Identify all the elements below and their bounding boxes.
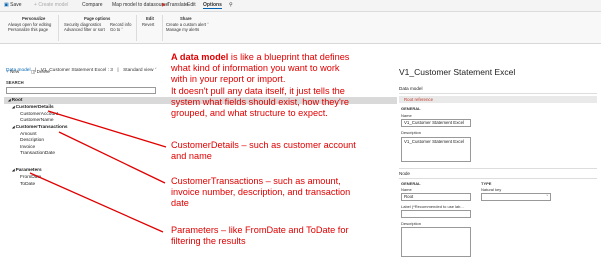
annotation-line-customer-details (47, 110, 167, 148)
annotation-line-5: system what fields should exist, how the… (171, 96, 349, 107)
annotation-text: invoice number, description, and transac… (171, 187, 351, 198)
annotation-customer-details: CustomerDetails – such as customer accou… (171, 140, 356, 162)
annotation-text: is like a blueprint that defines (228, 52, 350, 62)
annotation-customer-transactions: CustomerTransactions – such as amount, i… (171, 176, 350, 210)
annotation-text: and name (171, 151, 212, 162)
annotation-text: CustomerTransactions – such as amount, (171, 176, 341, 186)
annotation-text: Parameters – like FromDate and ToDate fo… (171, 225, 349, 235)
annotation-line-6: grouped, and what structure to expect. (171, 108, 328, 119)
annotation-line-1: A data model is like a blueprint that de… (171, 52, 349, 63)
annotation-line-customer-transactions (58, 131, 166, 184)
annotation-bold-term: A data model (171, 52, 229, 62)
annotation-line-3: with in your report or import. (171, 74, 286, 85)
annotation-line-parameters (29, 172, 164, 233)
annotation-text: CustomerDetails – such as customer accou… (171, 140, 356, 150)
annotation-line-4: It doesn't pull any data itself, it just… (171, 85, 345, 96)
annotation-data-model: A data model is like a blueprint that de… (171, 52, 349, 119)
annotation-text: date (171, 198, 189, 209)
annotation-text: filtering the results (171, 236, 246, 247)
annotation-line-2: what kind of information you want to wor… (171, 63, 340, 74)
annotation-parameters: Parameters – like FromDate and ToDate fo… (171, 225, 349, 247)
